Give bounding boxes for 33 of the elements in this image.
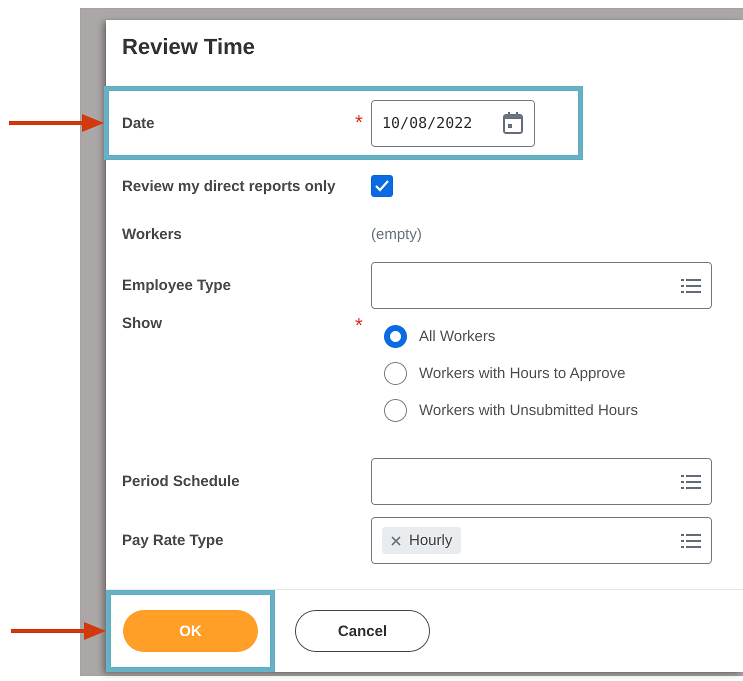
arrow-icon: [11, 622, 106, 640]
prompt-field[interactable]: Hourly: [371, 517, 712, 564]
prompt-field[interactable]: [371, 262, 712, 309]
field-value: (empty): [371, 226, 423, 242]
prompt-field[interactable]: [371, 458, 712, 505]
required-asterisk: *: [355, 112, 364, 134]
chip-label: Hourly: [409, 532, 452, 549]
field-label: Date: [122, 114, 156, 132]
dialog-title: Review Time: [121, 33, 256, 61]
list-icon: [681, 532, 701, 548]
remove-icon[interactable]: [391, 536, 401, 546]
radio-button[interactable]: [384, 325, 407, 348]
field-label: Show: [122, 315, 163, 332]
option-label: Workers with Unsubmitted Hours: [419, 402, 638, 419]
list-icon: [681, 474, 701, 490]
cancel-button[interactable]: Cancel: [295, 610, 430, 652]
list-icon: [681, 278, 701, 294]
field-label: Employee Type: [122, 277, 232, 294]
field-label: Workers: [122, 226, 183, 242]
option-label: All Workers: [419, 328, 496, 345]
field-label: Review my direct reports only: [122, 178, 336, 194]
option-label: Workers with Hours to Approve: [419, 365, 626, 382]
radio-button[interactable]: [384, 399, 407, 422]
field-label: Pay Rate Type: [122, 532, 224, 549]
date-field[interactable]: 10/08/2022: [371, 100, 535, 146]
required-asterisk: *: [355, 315, 364, 338]
checkmark-icon: [375, 180, 389, 192]
calendar-icon: [502, 111, 524, 135]
checkbox[interactable]: [371, 175, 393, 197]
arrow-icon: [9, 114, 104, 132]
radio-button[interactable]: [384, 362, 407, 385]
field-label: Period Schedule: [122, 473, 241, 490]
selected-chip[interactable]: Hourly: [382, 527, 462, 554]
